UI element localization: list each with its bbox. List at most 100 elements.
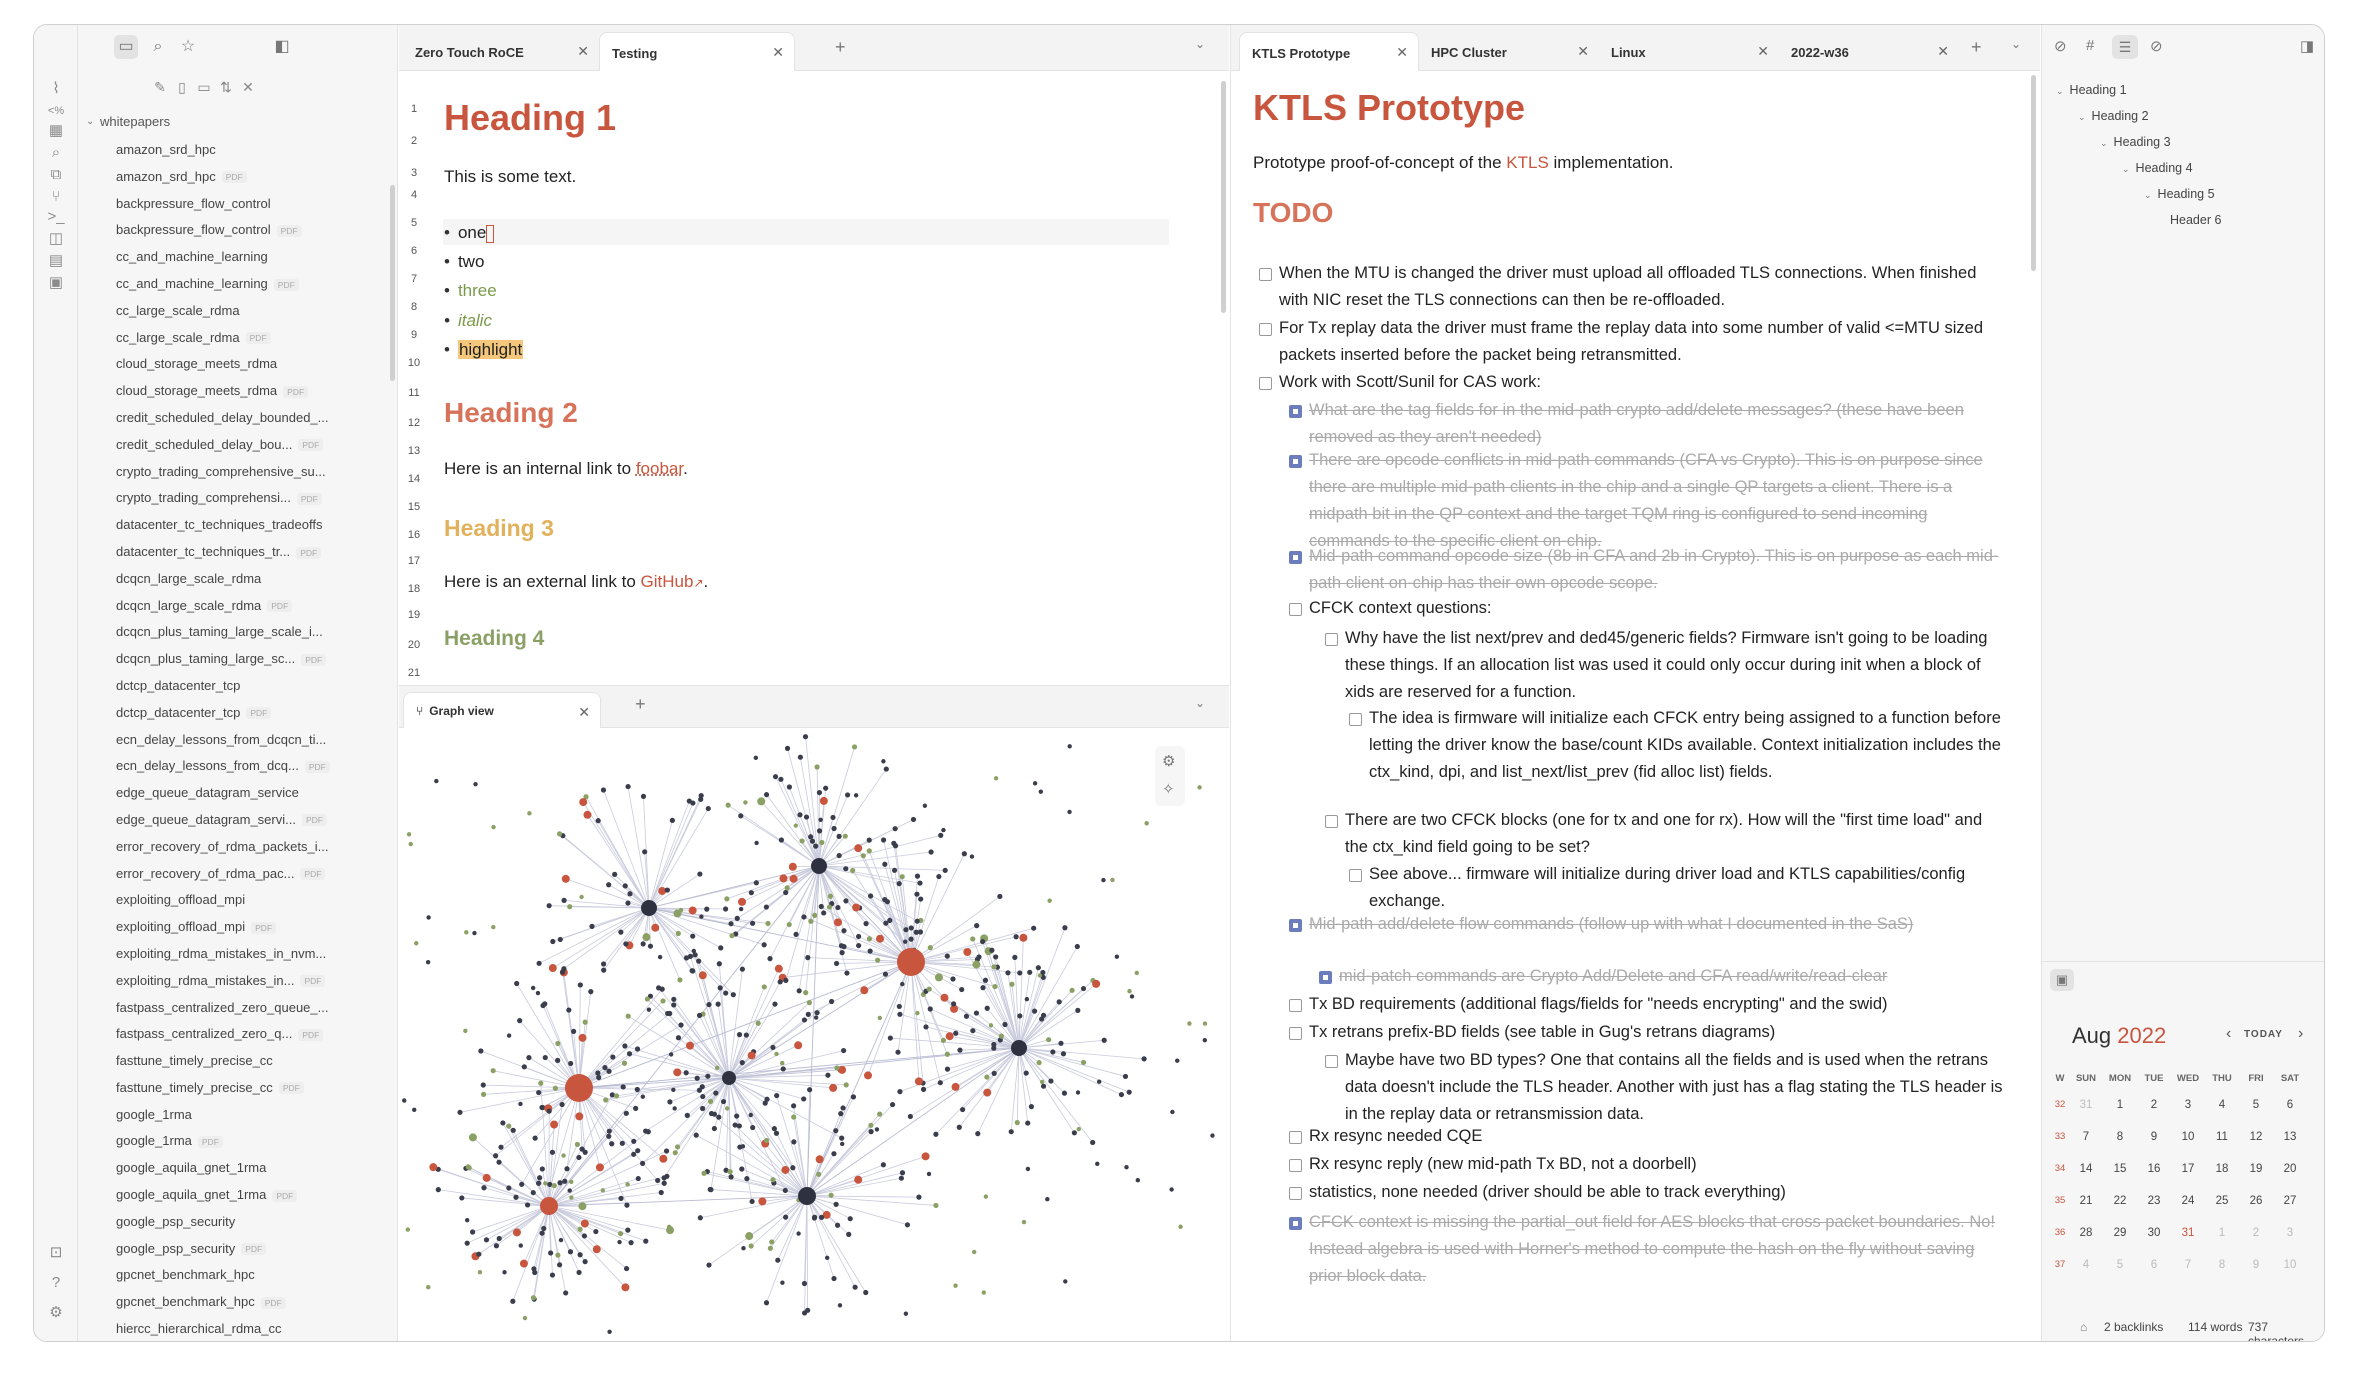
graph-node[interactable] [738,897,747,906]
graph-node[interactable] [646,1007,652,1012]
graph-node[interactable] [838,943,845,949]
graph-node[interactable] [592,1245,601,1254]
graph-node[interactable] [772,774,779,780]
graph-node[interactable] [940,993,949,1002]
today-button[interactable]: TODAY [2244,1029,2283,1040]
graph-node[interactable] [774,1092,780,1099]
graph-node[interactable] [633,1105,639,1111]
tab-hpc-cluster[interactable]: HPC Cluster ✕ [1419,32,1599,71]
graph-node[interactable] [464,930,469,935]
graph-node[interactable] [519,1259,528,1268]
graph-node[interactable] [625,900,631,906]
new-folder-icon[interactable]: ▭ [194,77,214,97]
calendar-day[interactable]: 6 [2138,1259,2170,1271]
calendar-day[interactable]: 4 [2070,1259,2102,1271]
graph-node[interactable] [1210,1133,1215,1138]
graph-node[interactable] [778,837,784,843]
graph-node[interactable] [960,1106,966,1113]
graph-node[interactable] [635,1175,641,1182]
graph-node[interactable] [850,1094,857,1100]
graph-node[interactable] [868,1122,874,1128]
file-item[interactable]: cc_large_scale_rdma [78,298,397,325]
graph-node[interactable] [1008,1129,1014,1135]
calendar-day[interactable]: 18 [2206,1163,2238,1175]
graph-node[interactable] [816,828,823,834]
graph-node[interactable] [1031,925,1037,931]
graph-node[interactable] [723,990,729,996]
graph-node[interactable] [697,1215,703,1221]
graph-node[interactable] [944,953,950,959]
graph-node[interactable] [970,936,976,942]
calendar-day[interactable]: 9 [2240,1259,2272,1271]
graph-node[interactable] [696,958,702,964]
graph-node[interactable] [854,844,863,853]
graph-node[interactable] [799,838,805,844]
graph-node[interactable] [852,903,861,912]
graph-node[interactable] [619,1140,625,1146]
calendar-day[interactable]: 20 [2274,1163,2306,1175]
graph-node[interactable] [1013,934,1019,940]
graph-node[interactable] [980,985,986,991]
graph-node[interactable] [1141,1056,1147,1062]
graph-node[interactable] [657,954,663,960]
graph-node[interactable] [517,1018,523,1024]
graph-node[interactable] [1090,1139,1096,1146]
search-icon[interactable]: ⌕ [146,35,170,59]
graph-node[interactable] [801,1096,807,1102]
calendar-day[interactable]: 29 [2104,1227,2136,1239]
graph-node[interactable] [1012,954,1018,960]
file-item[interactable]: gpcnet_benchmark_hpc [78,1262,397,1289]
graph-node[interactable] [913,929,919,935]
graph-node[interactable] [829,1083,838,1092]
graph-node[interactable] [698,796,704,802]
graph-node[interactable] [1187,1021,1192,1026]
files-icon[interactable]: ▭ [114,35,138,59]
file-item[interactable]: fasttune_timely_precise_cc [78,1048,397,1075]
graph-node[interactable] [412,1107,417,1112]
outline-item[interactable]: ⌄ Heading 1 [2056,83,2127,97]
graph-node[interactable] [510,1127,516,1133]
graph-node[interactable] [829,998,835,1005]
graph-node[interactable] [976,954,982,960]
graph-node[interactable] [877,1111,883,1117]
graph-node[interactable] [896,1003,902,1010]
graph-node[interactable] [961,851,967,857]
graph-node[interactable] [496,1159,502,1165]
file-item[interactable]: crypto_trading_comprehensi... PDF [78,485,397,512]
file-item[interactable]: amazon_srd_hpc PDF [78,164,397,191]
graph-node[interactable] [684,1112,690,1118]
graph-node[interactable] [548,1250,554,1256]
graph-hub-node[interactable] [798,1187,816,1205]
graph-node[interactable] [775,1257,781,1263]
graph-node[interactable] [877,1015,883,1021]
graph-hub-node[interactable] [722,1071,736,1085]
graph-node[interactable] [992,983,998,990]
graph-node[interactable] [815,1155,824,1164]
todo-checkbox[interactable] [1259,268,1272,281]
graph-node[interactable] [673,1068,682,1077]
ktls-link[interactable]: KTLS [1506,153,1549,172]
calendar-day[interactable]: 11 [2206,1131,2238,1143]
close-icon[interactable]: ✕ [578,704,590,721]
graph-node[interactable] [671,1087,676,1093]
graph-node[interactable] [791,1114,797,1120]
calendar-day[interactable]: 2 [2138,1099,2170,1111]
graph-node[interactable] [639,1160,646,1166]
graph-node[interactable] [998,1033,1005,1039]
graph-node[interactable] [480,1082,486,1088]
graph-node[interactable] [561,897,567,903]
graph-node[interactable] [473,781,478,787]
graph-node[interactable] [749,920,756,926]
graph-node[interactable] [819,796,828,805]
graph-node[interactable] [926,986,932,992]
graph-node[interactable] [728,1174,734,1180]
graph-node[interactable] [575,1112,584,1121]
calendar-day[interactable]: 31 [2070,1099,2102,1111]
graph-node[interactable] [640,1094,646,1099]
file-item[interactable]: dcqcn_plus_taming_large_sc... PDF [78,646,397,673]
backlinks-count[interactable]: 2 backlinks [2104,1320,2163,1334]
graph-node[interactable] [720,1098,727,1105]
file-item[interactable]: backpressure_flow_control PDF [78,217,397,244]
graph-node[interactable] [887,1035,893,1041]
graph-node[interactable] [1135,1178,1141,1183]
